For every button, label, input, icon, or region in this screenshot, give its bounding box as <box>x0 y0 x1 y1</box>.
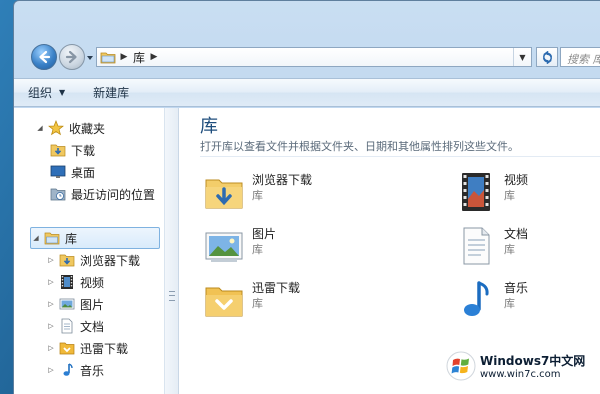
document-library-icon <box>454 224 498 268</box>
sidebar-item-video[interactable]: ▷ 视频 <box>46 271 104 293</box>
forward-arrow-icon <box>65 50 77 64</box>
organize-button[interactable]: 组织 ▼ <box>14 79 79 106</box>
sidebar-item-desktop[interactable]: 桌面 <box>50 161 95 183</box>
sidebar-item-label: 迅雷下载 <box>80 341 129 356</box>
sidebar-favorites-label: 收藏夹 <box>69 121 106 136</box>
star-icon <box>48 120 64 136</box>
expand-triangle-icon[interactable]: ◢ <box>31 234 41 242</box>
sidebar-item-label: 浏览器下载 <box>80 253 141 268</box>
refresh-button[interactable] <box>536 47 558 67</box>
sidebar-item-label: 视频 <box>80 275 105 290</box>
address-dropdown-icon[interactable]: ▼ <box>513 48 531 66</box>
windows-logo-icon <box>446 351 476 381</box>
sidebar-item-xunlei[interactable]: ▷ 迅雷下载 <box>46 337 128 359</box>
sidebar-item-picture[interactable]: ▷ 图片 <box>46 293 104 315</box>
library-item-document[interactable]: 文档 库 <box>454 224 528 268</box>
breadcrumb-separator-icon[interactable]: ▶ <box>149 52 159 62</box>
recent-pages-chevron-icon[interactable] <box>86 54 94 62</box>
refresh-icon <box>542 50 552 64</box>
library-subtitle: 库 <box>504 189 515 202</box>
library-subtitle: 库 <box>504 243 515 256</box>
library-folder-icon <box>44 230 60 246</box>
collapse-triangle-icon[interactable]: ▷ <box>46 256 56 264</box>
sidebar-item-label: 图片 <box>80 297 105 312</box>
pane-splitter[interactable] <box>165 108 179 394</box>
sidebar-favorites[interactable]: ◢ 收藏夹 <box>35 117 105 139</box>
library-subtitle: 库 <box>252 243 263 256</box>
library-item-xunlei[interactable]: 迅雷下载 库 <box>202 278 300 322</box>
expand-triangle-icon[interactable]: ◢ <box>35 124 45 132</box>
sidebar-item-label: 桌面 <box>71 165 96 180</box>
xunlei-download-icon <box>59 340 75 356</box>
library-item-video[interactable]: 视频 库 <box>454 170 528 214</box>
library-item-music[interactable]: 音乐 库 <box>454 278 528 322</box>
watermark-url: www.win7c.com <box>480 369 561 380</box>
back-button[interactable] <box>31 44 57 70</box>
navigation-bar: ▶ 库 ▶ ▼ 搜索 库 <box>14 37 600 77</box>
sidebar-item-label: 最近访问的位置 <box>71 187 156 202</box>
address-bar[interactable]: ▶ 库 ▶ ▼ <box>96 47 532 67</box>
page-description: 打开库以查看文件并根据文件夹、日期和其他属性排列这些文件。 <box>200 140 519 153</box>
library-item-picture[interactable]: 图片 库 <box>202 224 276 268</box>
splitter-grip-icon[interactable] <box>169 291 175 301</box>
collapse-triangle-icon[interactable]: ▷ <box>46 278 56 286</box>
sidebar-item-download[interactable]: 下载 <box>50 139 95 161</box>
library-folder-icon <box>97 48 119 66</box>
folder-download-icon <box>202 170 246 214</box>
browser-download-folder-icon <box>59 252 75 268</box>
sidebar-item-label: 下载 <box>71 143 96 158</box>
sidebar-item-label: 文档 <box>80 319 105 334</box>
sidebar-libraries[interactable]: ◢ 库 <box>30 227 160 249</box>
breadcrumb-library[interactable]: 库 <box>129 49 149 66</box>
library-name: 浏览器下载 <box>252 173 313 187</box>
library-item-browser-download[interactable]: 浏览器下载 库 <box>202 170 312 214</box>
page-title: 库 <box>200 116 218 137</box>
breadcrumb-separator-icon[interactable]: ▶ <box>119 52 129 62</box>
picture-library-icon <box>202 224 246 268</box>
video-library-icon <box>454 170 498 214</box>
organize-label: 组织 <box>28 86 53 100</box>
explorer-window: ▶ 库 ▶ ▼ 搜索 库 组织 ▼ 新建库 ◢ 收藏夹 下载 桌面 最近访问的位… <box>13 0 600 394</box>
collapse-triangle-icon[interactable]: ▷ <box>46 322 56 330</box>
sidebar-libraries-label: 库 <box>65 231 78 246</box>
collapse-triangle-icon[interactable]: ▷ <box>46 300 56 308</box>
navigation-pane: ◢ 收藏夹 下载 桌面 最近访问的位置 ◢ 库 ▷ 浏览器下载 ▷ 视频 ▷ 图… <box>14 108 165 394</box>
forward-button[interactable] <box>59 44 85 70</box>
sidebar-item-label: 音乐 <box>80 363 105 378</box>
xunlei-library-icon <box>202 278 246 322</box>
site-watermark: Windows7中文网 www.win7c.com <box>446 344 596 388</box>
new-library-button[interactable]: 新建库 <box>79 79 143 106</box>
command-toolbar: 组织 ▼ 新建库 <box>14 78 600 107</box>
library-name: 文档 <box>504 227 529 241</box>
sidebar-item-document[interactable]: ▷ 文档 <box>46 315 104 337</box>
library-name: 视频 <box>504 173 529 187</box>
document-icon <box>59 318 75 334</box>
picture-icon <box>59 296 75 312</box>
library-name: 音乐 <box>504 281 529 295</box>
video-icon <box>59 274 75 290</box>
library-name: 迅雷下载 <box>252 281 301 295</box>
new-library-label: 新建库 <box>93 86 130 100</box>
library-subtitle: 库 <box>252 189 263 202</box>
organize-dropdown-icon: ▼ <box>59 88 66 97</box>
back-arrow-icon <box>39 50 51 64</box>
download-folder-icon <box>50 142 66 158</box>
collapse-triangle-icon[interactable]: ▷ <box>46 366 56 374</box>
watermark-title: Windows7中文网 <box>480 354 586 368</box>
screenshot-frame: ▶ 库 ▶ ▼ 搜索 库 组织 ▼ 新建库 ◢ 收藏夹 下载 桌面 最近访问的位… <box>0 0 600 394</box>
header-divider <box>200 156 600 157</box>
search-input[interactable]: 搜索 库 <box>560 47 600 67</box>
music-library-icon <box>454 278 498 322</box>
library-subtitle: 库 <box>252 297 263 310</box>
collapse-triangle-icon[interactable]: ▷ <box>46 344 56 352</box>
desktop-icon <box>50 164 66 180</box>
library-name: 图片 <box>252 227 277 241</box>
sidebar-item-recent-places[interactable]: 最近访问的位置 <box>50 183 155 205</box>
library-subtitle: 库 <box>504 297 515 310</box>
sidebar-item-browser-download[interactable]: ▷ 浏览器下载 <box>46 249 140 271</box>
music-icon <box>59 362 75 378</box>
recent-places-icon <box>50 186 66 202</box>
sidebar-item-music[interactable]: ▷ 音乐 <box>46 359 104 381</box>
